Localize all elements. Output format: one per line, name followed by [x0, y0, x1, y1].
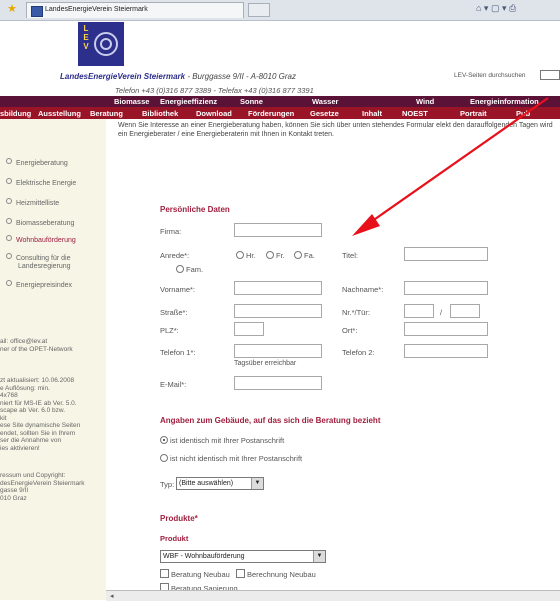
browser-tab[interactable]: LandesEnergieVerein Steiermark — [26, 2, 244, 18]
label-plz: PLZ*: — [160, 326, 179, 335]
logo-letters: L E V — [83, 24, 89, 51]
sidebar-item-consulting-line2[interactable]: Landesregierung — [18, 262, 71, 272]
label-nachname: Nachname*: — [342, 285, 384, 294]
checkbox-beratung-neubau[interactable]: Beratung Neubau — [160, 569, 230, 579]
label-strasse: Straße*: — [160, 308, 188, 317]
toolbar-icons[interactable]: ⌂ ▾ ▢ ▾ ⎙ — [476, 3, 516, 14]
checkbox-berechnung-neubau[interactable]: Berechnung Neubau — [236, 569, 316, 579]
search-label: LEV-Seiten durchsuchen — [454, 72, 526, 79]
label-ort: Ort*: — [342, 326, 358, 335]
radio-nicht-identisch[interactable]: ist nicht identisch mit Ihrer Postanschr… — [160, 454, 302, 463]
nav-bibliothek[interactable]: Bibliothek — [142, 109, 178, 118]
strasse-input[interactable] — [234, 304, 322, 318]
contact-line: Telefon +43 (0)316 877 3389 - Telefax +4… — [115, 86, 314, 95]
org-address: - Burggasse 9/II - A-8010 Graz — [185, 72, 296, 81]
plz-input[interactable] — [234, 322, 264, 336]
nav-ausstellung[interactable]: Ausstellung — [38, 109, 81, 118]
telefon1-input[interactable] — [234, 344, 322, 358]
nav-wasser[interactable]: Wasser — [312, 97, 338, 106]
sidebar-site-info: zt aktualisiert: 10.06.2008 e Auflösung:… — [0, 377, 81, 452]
hausnummer-input[interactable] — [404, 304, 434, 318]
telefon1-hint: Tagsüber erreichbar — [234, 360, 297, 367]
section-building: Angaben zum Gebäude, auf das sich die Be… — [160, 416, 381, 425]
nav-biomasse[interactable]: Biomasse — [114, 97, 149, 106]
nachname-input[interactable] — [404, 281, 488, 295]
nr-separator: / — [440, 308, 443, 317]
nav-energieeffizienz[interactable]: Energieeffizienz — [160, 97, 217, 106]
search-input[interactable] — [540, 70, 560, 80]
label-email: E-Mail*: — [160, 380, 187, 389]
org-line: LandesEnergieVerein Steiermark - Burggas… — [60, 72, 296, 81]
nav-beratung[interactable]: Beratung — [90, 109, 123, 118]
radio-identisch[interactable]: ist identisch mit Ihrer Postanschrift — [160, 436, 284, 445]
vorname-input[interactable] — [234, 281, 322, 295]
sidebar: Energieberatung Elektrische Energie Heiz… — [0, 119, 106, 600]
chevron-down-icon: ▼ — [313, 551, 325, 562]
sidebar-item-energieberatung[interactable]: Energieberatung — [6, 158, 68, 169]
intro-text: Wenn Sie Interesse an einer Energieberat… — [118, 122, 553, 138]
nav-bildung[interactable]: sbildung — [0, 109, 31, 118]
nav-foerderungen[interactable]: Förderungen — [248, 109, 294, 118]
nav-sonne[interactable]: Sonne — [240, 97, 263, 106]
label-nr-tuer: Nr.*/Tür: — [342, 308, 370, 317]
lev-logo[interactable]: L E V — [78, 22, 124, 66]
email-input[interactable] — [234, 376, 322, 390]
scroll-left-icon[interactable]: ◂ — [110, 592, 114, 600]
nav-download[interactable]: Download — [196, 109, 232, 118]
sidebar-item-elektrische-energie[interactable]: Elektrische Energie — [6, 178, 76, 189]
nav-noest[interactable]: NOEST — [402, 109, 428, 118]
label-produkt: Produkt — [160, 534, 189, 543]
browser-tab-bar: ★ LandesEnergieVerein Steiermark ⌂ ▾ ▢ ▾… — [0, 0, 560, 21]
firma-input[interactable] — [234, 223, 322, 237]
typ-select[interactable]: (Bitte auswählen) ▼ — [176, 477, 264, 490]
anrede-radio-hr[interactable]: Hr. — [236, 251, 256, 260]
produkt-select[interactable]: WBF - Wohnbauförderung ▼ — [160, 550, 326, 563]
label-titel: Titel: — [342, 251, 358, 260]
nav-gesetze[interactable]: Gesetze — [310, 109, 339, 118]
anrede-radio-fr[interactable]: Fr. — [266, 251, 285, 260]
logo-ring-inner-icon — [100, 38, 112, 50]
anrede-radio-fam[interactable]: Fam. — [176, 265, 203, 274]
label-typ: Typ: — [160, 480, 175, 489]
label-vorname: Vorname*: — [160, 285, 196, 294]
sidebar-contact: ail: office@lev.at ner of the OPET-Netwo… — [0, 338, 73, 353]
sidebar-item-wohnbaufoerderung[interactable]: Wohnbauförderung — [6, 235, 76, 246]
label-firma: Firma: — [160, 227, 182, 236]
section-products: Produkte* — [160, 514, 198, 523]
section-personal-data: Persönliche Daten — [160, 205, 230, 214]
label-anrede: Anrede*: — [160, 251, 190, 260]
new-tab-button[interactable] — [248, 3, 270, 17]
nav-energieinformation[interactable]: Energieinformation — [470, 97, 539, 106]
sidebar-item-heizmittelliste[interactable]: Heizmittelliste — [6, 198, 59, 209]
nav-wind[interactable]: Wind — [416, 97, 434, 106]
nav-portrait[interactable]: Portrait — [460, 109, 487, 118]
chevron-down-icon: ▼ — [251, 478, 263, 489]
tuer-input[interactable] — [450, 304, 480, 318]
nav-inhalt[interactable]: Inhalt — [362, 109, 382, 118]
main-nav: sbildung Ausstellung Beratung Bibliothek… — [0, 107, 560, 119]
ort-input[interactable] — [404, 322, 488, 336]
favicon-icon — [31, 6, 43, 17]
annotation-arrow-head-icon — [352, 214, 380, 236]
titel-input[interactable] — [404, 247, 488, 261]
label-telefon2: Telefon 2: — [342, 348, 375, 357]
star-icon[interactable]: ★ — [6, 3, 18, 15]
anrede-radio-fa[interactable]: Fa. — [294, 251, 315, 260]
org-name: LandesEnergieVerein Steiermark — [60, 72, 186, 81]
tab-title: LandesEnergieVerein Steiermark — [45, 6, 148, 13]
horizontal-scrollbar[interactable]: ◂ — [106, 590, 560, 601]
sidebar-item-energiepreisindex[interactable]: Energiepreisindex — [6, 280, 72, 291]
nav-pub[interactable]: Pub — [516, 109, 530, 118]
sidebar-copyright[interactable]: ressum und Copyright: desEnergieVerein S… — [0, 472, 85, 502]
label-telefon1: Telefon 1*: — [160, 348, 196, 357]
top-nav: Biomasse Energieeffizienz Sonne Wasser W… — [0, 96, 560, 107]
telefon2-input[interactable] — [404, 344, 488, 358]
sidebar-item-biomasseberatung[interactable]: Biomasseberatung — [6, 218, 74, 229]
